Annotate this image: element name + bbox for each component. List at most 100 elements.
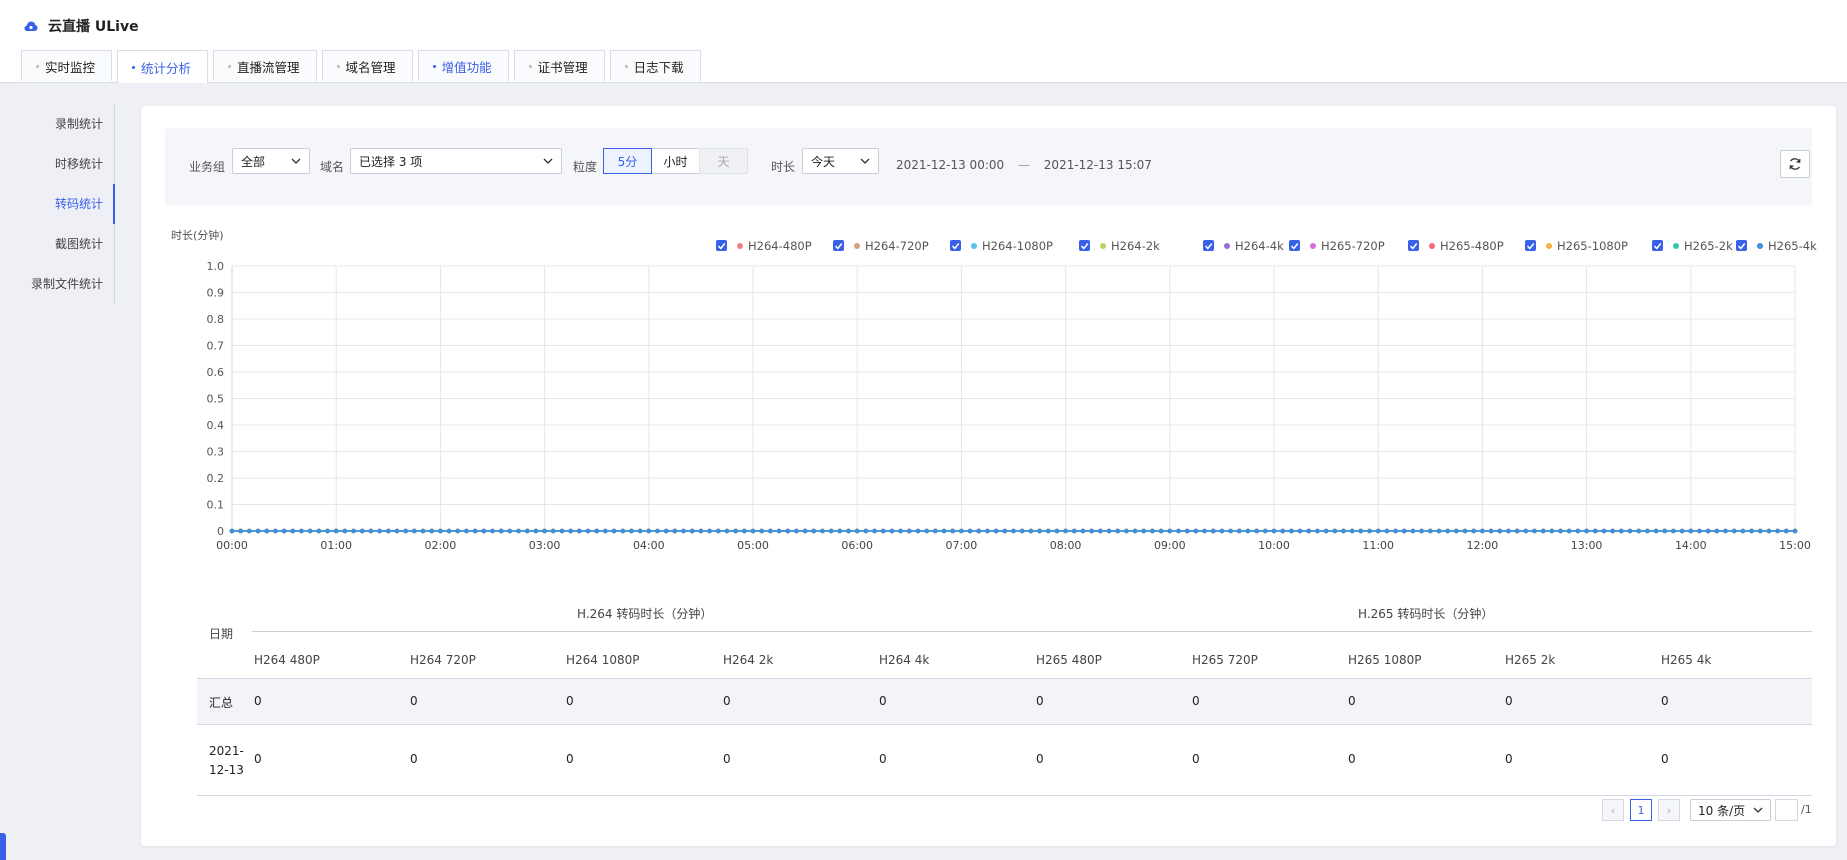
legend-item[interactable]: H264-480P — [716, 239, 812, 253]
legend-checkbox[interactable] — [1408, 240, 1419, 251]
x-tick-label: 01:00 — [320, 539, 352, 552]
legend-item[interactable]: H265-480P — [1408, 239, 1504, 253]
legend-checkbox[interactable] — [950, 240, 961, 251]
granularity-hour-button[interactable]: 小时 — [651, 148, 700, 174]
data-point — [247, 528, 252, 534]
page-size-select[interactable]: 10 条/页 — [1690, 799, 1771, 821]
legend-checkbox[interactable] — [716, 240, 727, 251]
legend-checkbox[interactable] — [833, 240, 844, 251]
granularity-label: 粒度 — [573, 160, 598, 174]
data-point — [1401, 528, 1407, 534]
row-date: 汇总 — [209, 696, 234, 710]
granularity-5min-button[interactable]: 5分 — [603, 148, 652, 174]
group-select-value: 全部 — [241, 154, 266, 169]
prev-page-button[interactable]: ‹ — [1602, 799, 1624, 821]
data-point — [872, 528, 877, 534]
legend-checkbox[interactable] — [1289, 240, 1300, 251]
legend-checkbox[interactable] — [1652, 240, 1663, 251]
legend-item[interactable]: H265-1080P — [1525, 239, 1628, 253]
page-size-value: 10 条/页 — [1698, 803, 1746, 818]
data-point — [776, 528, 782, 534]
tab-statistics[interactable]: 统计分析 — [117, 50, 209, 83]
tab-stream-management[interactable]: 直播流管理 — [213, 50, 317, 81]
data-point — [750, 528, 756, 534]
legend-item[interactable]: H264-2k — [1079, 239, 1160, 253]
data-point — [1019, 528, 1025, 534]
x-tick-label: 11:00 — [1362, 539, 1394, 552]
data-point — [1193, 528, 1199, 534]
group-select[interactable]: 全部 — [232, 148, 310, 174]
domain-select[interactable]: 已选择 3 项 — [350, 148, 562, 174]
data-point — [1132, 528, 1138, 534]
side-marker — [0, 833, 6, 860]
data-point — [533, 528, 539, 534]
legend-label: H265-720P — [1321, 239, 1385, 253]
legend-item[interactable]: H265-4k — [1736, 239, 1817, 253]
data-point — [863, 528, 869, 534]
y-axis-label: 时长(分钟) — [171, 228, 224, 242]
column-header: H265 480P — [1036, 653, 1102, 667]
data-point — [759, 528, 764, 534]
legend-item[interactable]: H265-2k — [1652, 239, 1733, 253]
duration-label: 时长 — [771, 160, 796, 174]
data-point — [1436, 528, 1442, 534]
table-cell: 0 — [1192, 694, 1200, 708]
data-point — [273, 528, 278, 534]
data-point — [959, 528, 964, 534]
sidebar-item-record-file-stats[interactable]: 录制文件统计 — [0, 264, 115, 304]
table-cell: 0 — [254, 694, 262, 708]
data-point — [325, 528, 330, 534]
legend-marker — [1546, 243, 1552, 249]
data-point — [1297, 528, 1303, 534]
legend-checkbox[interactable] — [1525, 240, 1536, 251]
data-point — [1124, 528, 1129, 534]
chevron-down-icon — [543, 158, 553, 164]
data-point — [1358, 528, 1364, 534]
legend-checkbox[interactable] — [1203, 240, 1214, 251]
data-point — [1384, 528, 1390, 534]
y-tick-label: 0.5 — [207, 393, 225, 406]
duration-select[interactable]: 今天 — [802, 148, 879, 174]
sidebar-item-timeshift-stats[interactable]: 时移统计 — [0, 144, 115, 184]
date-separator: — — [1017, 158, 1030, 172]
data-point — [585, 528, 591, 534]
tab-label: 增值功能 — [441, 59, 492, 75]
table-cell: 0 — [723, 694, 731, 708]
legend-checkbox[interactable] — [1079, 240, 1090, 251]
tab-certificate-management[interactable]: 证书管理 — [513, 50, 605, 81]
data-point — [386, 528, 391, 534]
next-page-button[interactable]: › — [1658, 799, 1680, 821]
legend-checkbox[interactable] — [1736, 240, 1747, 251]
sidebar-item-record-stats[interactable]: 录制统计 — [0, 104, 115, 144]
tab-value-added[interactable]: 增值功能 — [417, 50, 509, 81]
legend-label: H265-2k — [1684, 239, 1733, 253]
x-tick-label: 04:00 — [633, 539, 665, 552]
x-tick-label: 08:00 — [1050, 539, 1082, 552]
legend-item[interactable]: H264-1080P — [950, 239, 1053, 253]
top-bar: 云直播 ULive 实时监控 统计分析 直播流管理 域名管理 增值功能 证书管理… — [0, 0, 1847, 83]
sidebar-item-snapshot-stats[interactable]: 截图统计 — [0, 224, 115, 264]
domain-label: 域名 — [320, 160, 345, 174]
tab-log-download[interactable]: 日志下载 — [609, 50, 701, 81]
refresh-button[interactable] — [1780, 150, 1810, 178]
sidebar-item-transcode-stats[interactable]: 转码统计 — [0, 184, 115, 224]
data-point — [420, 528, 426, 534]
data-point — [1263, 528, 1268, 534]
page-jump-input[interactable] — [1775, 799, 1798, 821]
tab-realtime-monitor[interactable]: 实时监控 — [21, 50, 113, 81]
data-point — [1514, 528, 1520, 534]
tab-domain-management[interactable]: 域名管理 — [321, 50, 413, 81]
data-point — [1063, 528, 1068, 534]
y-tick-label: 0.4 — [207, 419, 225, 432]
x-tick-label: 06:00 — [841, 539, 873, 552]
legend-item[interactable]: H264-4k — [1203, 239, 1284, 253]
granularity-day-button[interactable]: 天 — [699, 148, 748, 174]
page-1-button[interactable]: 1 — [1630, 799, 1652, 821]
data-point — [724, 528, 730, 534]
data-point — [603, 528, 608, 534]
data-point — [1532, 528, 1537, 534]
legend-item[interactable]: H265-720P — [1289, 239, 1385, 253]
table-cell: 0 — [723, 752, 731, 766]
legend-item[interactable]: H264-720P — [833, 239, 929, 253]
data-point — [542, 528, 547, 534]
